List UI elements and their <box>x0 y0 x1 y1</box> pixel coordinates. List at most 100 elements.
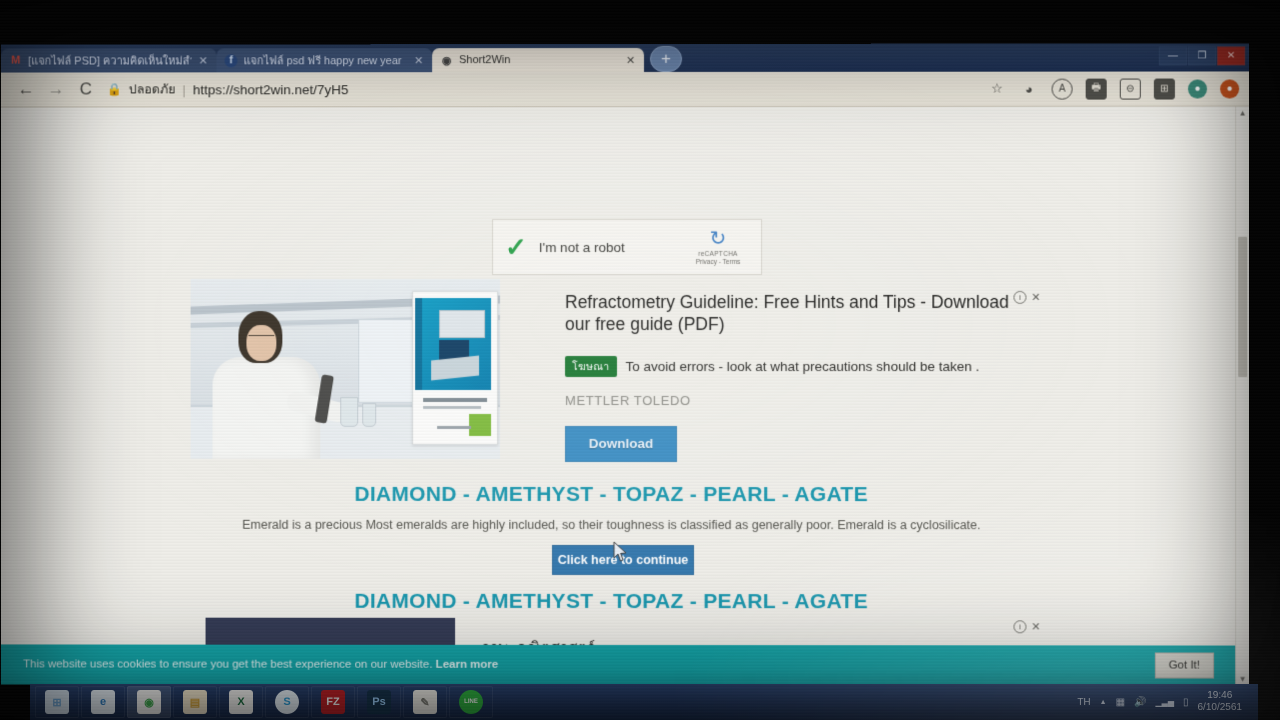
cookie-accept-button[interactable]: Got It! <box>1154 652 1215 679</box>
ad-brand: METTLER TOLEDO <box>565 392 691 408</box>
url-text: https://short2win.net/7yH5 <box>192 81 349 97</box>
tab-close-icon[interactable]: ✕ <box>198 54 209 67</box>
ad-info-icon[interactable]: i <box>1013 620 1027 634</box>
profile-avatar-icon[interactable]: ● <box>1187 78 1208 99</box>
page-scrollbar[interactable]: ▲ ▼ <box>1235 106 1250 686</box>
menu-avatar-icon[interactable]: ● <box>1220 78 1240 99</box>
new-tab-button[interactable]: + <box>650 45 683 72</box>
file-explorer-icon: ▤ <box>183 690 207 714</box>
start-windows-icon: ⊞ <box>45 690 69 714</box>
scrollbar-thumb[interactable] <box>1238 236 1248 378</box>
taskbar-item-filezilla[interactable]: FZ <box>311 686 355 718</box>
ad-text-block: Refractometry Guideline: Free Hints and … <box>565 291 1036 462</box>
tab-facebook[interactable]: f แจกไฟล์ psd ฟรี happy new year ✕ <box>216 48 433 73</box>
globe-icon: ◉ <box>441 54 452 67</box>
pdf-guide-cover <box>412 291 499 445</box>
taskbar-item-file-explorer[interactable]: ▤ <box>173 686 217 718</box>
bottom-advertisement[interactable]: ภาพ: คณิตศาสตร์ US$0.27 US$9.80 โฆษณา Sh… <box>205 617 1041 686</box>
omnibox-separator: | <box>182 81 186 97</box>
taskbar-item-photoshop[interactable]: Ps <box>357 686 401 718</box>
scroll-up-arrow-icon[interactable]: ▲ <box>1236 106 1249 119</box>
guide-cover-logo-line <box>437 425 472 429</box>
internet-explorer-icon: e <box>91 690 115 714</box>
taskbar-clock[interactable]: 19:46 6/10/2561 <box>1198 690 1243 714</box>
bookmark-star-icon[interactable]: ☆ <box>987 79 1006 98</box>
taskbar-item-notepad[interactable]: ✎ <box>403 686 447 718</box>
forward-icon[interactable]: → <box>41 79 71 99</box>
download-button[interactable]: Download <box>565 425 678 462</box>
guide-cover-spine <box>415 298 423 390</box>
recaptcha-terms-label[interactable]: Privacy - Terms <box>687 258 749 265</box>
recaptcha-logo-icon: ↻ <box>709 227 727 250</box>
filezilla-icon: FZ <box>321 690 345 714</box>
ad-close-icon[interactable]: ✕ <box>1031 620 1040 633</box>
lab-glassware <box>340 396 359 427</box>
taskbar-item-excel[interactable]: X <box>219 686 263 718</box>
reload-icon[interactable]: C <box>71 79 101 99</box>
page-content: ✓ I'm not a robot ↻ reCAPTCHA Privacy - … <box>1 107 1237 686</box>
tray-expand-arrow-icon[interactable]: ▲ <box>1100 699 1107 706</box>
back-icon[interactable]: ← <box>11 80 41 100</box>
maximize-button[interactable]: ❐ <box>1187 46 1217 66</box>
notepad-icon: ✎ <box>413 690 437 714</box>
tab-close-icon[interactable]: ✕ <box>413 54 424 67</box>
volume-tray-icon[interactable]: 🔊 <box>1134 697 1146 708</box>
guide-cover-line-2 <box>423 405 482 409</box>
minimize-button[interactable]: — <box>1158 46 1187 66</box>
cookie-message: This website uses cookies to ensure you … <box>23 658 433 671</box>
network-tray-icon[interactable]: ▦ <box>1116 697 1125 708</box>
cookie-learn-more-link[interactable]: Learn more <box>436 659 499 671</box>
language-indicator[interactable]: TH <box>1077 697 1090 708</box>
recaptcha-widget[interactable]: ✓ I'm not a robot ↻ reCAPTCHA Privacy - … <box>492 218 763 276</box>
photoshop-icon: Ps <box>367 690 391 714</box>
guide-cover-line-1 <box>423 397 488 402</box>
guide-cover-device <box>439 310 486 339</box>
recaptcha-label: I'm not a robot <box>538 239 625 255</box>
guide-cover-badge <box>469 413 492 436</box>
tab-gmail[interactable]: M [แจกไฟล์ PSD] ความคิดเห็นใหม่สำห ✕ <box>1 48 217 73</box>
monitor-photo: M [แจกไฟล์ PSD] ความคิดเห็นใหม่สำห ✕ f แ… <box>0 0 1280 720</box>
line-icon: LINE <box>459 690 483 714</box>
taskbar-item-chrome[interactable]: ◉ <box>127 686 171 718</box>
ad-controls: i ✕ <box>1013 290 1041 304</box>
print-icon[interactable]: 🖶 <box>1085 78 1107 100</box>
tab-strip: M [แจกไฟล์ PSD] ความคิดเห็นใหม่สำห ✕ f แ… <box>1 43 1249 73</box>
tab-short2win[interactable]: ◉ Short2Win ✕ <box>432 47 645 73</box>
ad-badge: โฆษณา <box>565 355 617 377</box>
tab-label: Short2Win <box>459 54 511 67</box>
cookie-text: This website uses cookies to ensure you … <box>23 658 1154 671</box>
window-controls: — ❐ ✕ <box>1158 46 1246 66</box>
battery-tray-icon[interactable]: ▯ <box>1183 697 1189 708</box>
signal-tray-icon[interactable]: ▁▃▅ <box>1156 698 1174 707</box>
cookie-consent-banner: This website uses cookies to ensure you … <box>1 644 1237 686</box>
extension-shield-icon[interactable]: ◕ <box>1019 79 1038 98</box>
download-manager-icon[interactable]: ⊞ <box>1153 78 1175 100</box>
browser-toolbar: ← → C 🔒 ปลอดภัย | https://short2win.net/… <box>1 71 1250 108</box>
clock-date: 6/10/2561 <box>1197 702 1243 713</box>
recaptcha-brand-label: reCAPTCHA <box>698 250 738 258</box>
adblock-icon[interactable]: A <box>1051 78 1073 100</box>
lock-icon: 🔒 <box>106 82 122 97</box>
scientist-glasses <box>248 335 275 344</box>
tab-label: [แจกไฟล์ PSD] ความคิดเห็นใหม่สำห <box>28 55 192 68</box>
ad-title[interactable]: Refractometry Guideline: Free Hints and … <box>565 291 1036 336</box>
taskbar-item-skype[interactable]: S <box>265 686 309 718</box>
tab-close-icon[interactable]: ✕ <box>625 53 636 66</box>
page-heading-2: DIAMOND - AMETHYST - TOPAZ - PEARL - AGA… <box>354 589 868 614</box>
page-heading-1: DIAMOND - AMETHYST - TOPAZ - PEARL - AGA… <box>354 482 868 507</box>
ad-info-icon[interactable]: i <box>1013 290 1027 304</box>
gmail-icon: M <box>11 54 21 67</box>
recaptcha-checkmark-icon: ✓ <box>505 232 527 263</box>
taskbar-item-line[interactable]: LINE <box>449 686 493 718</box>
excel-icon: X <box>229 690 253 714</box>
page-description: Emerald is a precious Most emeralds are … <box>242 517 981 533</box>
taskbar-item-internet-explorer[interactable]: e <box>81 686 125 718</box>
translate-icon[interactable]: ⊖ <box>1119 78 1141 100</box>
close-button[interactable]: ✕ <box>1217 46 1246 66</box>
ad-image-lab[interactable] <box>190 279 501 459</box>
ad-subtitle: To avoid errors - look at what precautio… <box>625 358 980 374</box>
recaptcha-brand: ↻ reCAPTCHA Privacy - Terms <box>687 227 749 265</box>
ad-close-icon[interactable]: ✕ <box>1031 291 1040 304</box>
address-bar[interactable]: 🔒 ปลอดภัย | https://short2win.net/7yH5 <box>107 79 978 100</box>
taskbar-item-start[interactable]: ⊞ <box>35 686 79 718</box>
